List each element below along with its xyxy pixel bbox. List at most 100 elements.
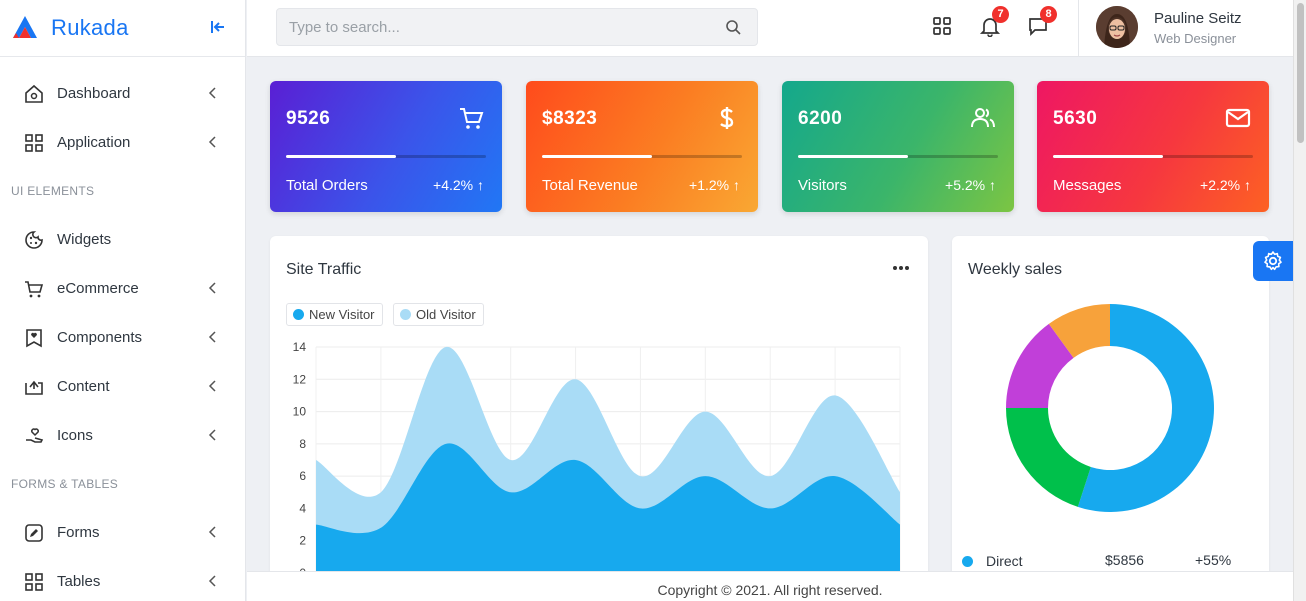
stat-value: 6200 [798, 108, 843, 129]
messages-badge: 8 [1040, 6, 1057, 23]
user-role: Web Designer [1154, 31, 1237, 46]
user-name: Pauline Seitz [1154, 10, 1242, 27]
cookie-icon [23, 229, 45, 251]
sidebar-item-label: Dashboard [57, 85, 131, 102]
y-tick-label: 12 [293, 372, 307, 386]
legend-dot [962, 556, 973, 567]
legend-pct: +55% [1195, 552, 1232, 568]
grid-icon [23, 571, 45, 593]
chevron-left-icon [208, 331, 216, 343]
site-traffic-panel: Site Traffic New Visitor Old Visitor 14 1… [270, 236, 928, 581]
stat-label: Total Revenue [542, 177, 638, 194]
sidebar-item-widgets[interactable]: Widgets [0, 215, 245, 264]
y-tick-label: 8 [299, 437, 306, 451]
sidebar-item-content[interactable]: Content [0, 362, 245, 411]
logo-icon [13, 16, 37, 38]
stat-value: 9526 [286, 108, 331, 129]
sidebar-item-forms[interactable]: Forms [0, 508, 245, 557]
y-tick-label: 6 [299, 469, 306, 483]
arrow-up-icon: ↑ [733, 177, 740, 193]
stat-value: 5630 [1053, 108, 1098, 129]
stat-label: Visitors [798, 177, 847, 194]
search-box [276, 8, 758, 46]
y-tick-label: 14 [293, 340, 307, 354]
sidebar-item-components[interactable]: Components [0, 313, 245, 362]
gear-icon [1264, 251, 1282, 271]
stat-card-messages[interactable]: 5630 Messages +2.2% ↑ [1037, 81, 1269, 212]
content-box-icon [23, 376, 45, 398]
y-tick-label: 2 [299, 534, 306, 548]
bookmark-heart-icon [23, 327, 45, 349]
edit-icon [23, 522, 45, 544]
theme-settings-button[interactable] [1253, 241, 1293, 281]
notifications-badge: 7 [992, 6, 1009, 23]
sidebar: Rukada Dashboard Application UI Elements [0, 0, 246, 601]
y-tick-label: 4 [299, 501, 306, 515]
chevron-left-icon [208, 429, 216, 441]
avatar [1096, 6, 1138, 48]
sidebar-item-label: Tables [57, 573, 101, 590]
sidebar-item-ecommerce[interactable]: eCommerce [0, 264, 245, 313]
stat-change: +1.2% ↑ [689, 177, 740, 193]
users-icon [971, 108, 995, 128]
stat-progress-track [542, 155, 742, 158]
stat-card-orders[interactable]: 9526 Total Orders +4.2% ↑ [270, 81, 502, 212]
section-ui-elements: UI Elements [11, 184, 95, 198]
sidebar-item-label: Forms [57, 524, 100, 541]
hand-heart-icon [23, 425, 45, 447]
stat-progress-fill [798, 155, 908, 158]
stat-card-revenue[interactable]: $8323 Total Revenue +1.2% ↑ [526, 81, 758, 212]
stat-progress-track [286, 155, 486, 158]
chevron-left-icon [208, 380, 216, 392]
arrow-up-icon: ↑ [989, 177, 996, 193]
site-traffic-chart: 14121086420 [293, 340, 901, 580]
stat-progress-fill [542, 155, 652, 158]
chevron-left-icon [208, 282, 216, 294]
donut-slice[interactable] [1006, 408, 1091, 507]
sidebar-item-label: Content [57, 378, 110, 395]
stat-progress-track [1053, 155, 1253, 158]
arrow-up-icon: ↑ [477, 177, 484, 193]
sidebar-item-label: Components [57, 329, 143, 346]
search-icon[interactable] [725, 19, 741, 35]
y-tick-label: 10 [293, 405, 307, 419]
stat-progress-track [798, 155, 998, 158]
sidebar-item-application[interactable]: Application [0, 118, 245, 167]
stat-change: +2.2% ↑ [1200, 177, 1251, 193]
user-profile[interactable]: Pauline Seitz Web Designer [1078, 0, 1293, 57]
sidebar-item-dashboard[interactable]: Dashboard [0, 69, 245, 118]
chevron-left-icon [208, 526, 216, 538]
stat-change: +4.2% ↑ [433, 177, 484, 193]
chevron-left-icon [208, 87, 216, 99]
sidebar-item-label: eCommerce [57, 280, 139, 297]
cart-icon [23, 278, 45, 300]
stat-card-visitors[interactable]: 6200 Visitors +5.2% ↑ [782, 81, 1014, 212]
stat-value: $8323 [542, 108, 598, 129]
stat-progress-fill [1053, 155, 1163, 158]
chevron-left-icon [208, 575, 216, 587]
collapse-sidebar-icon[interactable] [207, 16, 229, 38]
sidebar-item-tables[interactable]: Tables [0, 557, 245, 601]
legend-value: $5856 [1105, 552, 1144, 568]
section-forms-tables: Forms & Tables [11, 477, 119, 491]
brand-header: Rukada [0, 0, 245, 57]
legend-name: Direct [986, 553, 1023, 569]
stat-progress-fill [286, 155, 396, 158]
apps-grid-icon[interactable] [931, 15, 953, 37]
stat-change: +5.2% ↑ [945, 177, 996, 193]
dollar-icon [720, 107, 734, 129]
search-input[interactable] [277, 9, 707, 45]
messages-button[interactable]: 8 [1027, 6, 1057, 37]
sidebar-item-label: Application [57, 134, 131, 151]
weekly-sales-donut [1006, 304, 1214, 512]
sidebar-item-label: Icons [57, 427, 93, 444]
weekly-sales-panel: Weekly sales Direct $5856 +55% [952, 236, 1269, 581]
cart-icon [460, 108, 484, 129]
notifications-button[interactable]: 7 [979, 6, 1009, 38]
sidebar-item-label: Widgets [57, 231, 112, 248]
footer: Copyright © 2021. All right reserved. [247, 571, 1293, 601]
scrollbar-thumb[interactable] [1297, 3, 1304, 143]
stat-label: Messages [1053, 177, 1122, 194]
topbar: 7 8 Pauline Seitz Web Designer [247, 0, 1293, 57]
sidebar-item-icons[interactable]: Icons [0, 411, 245, 460]
